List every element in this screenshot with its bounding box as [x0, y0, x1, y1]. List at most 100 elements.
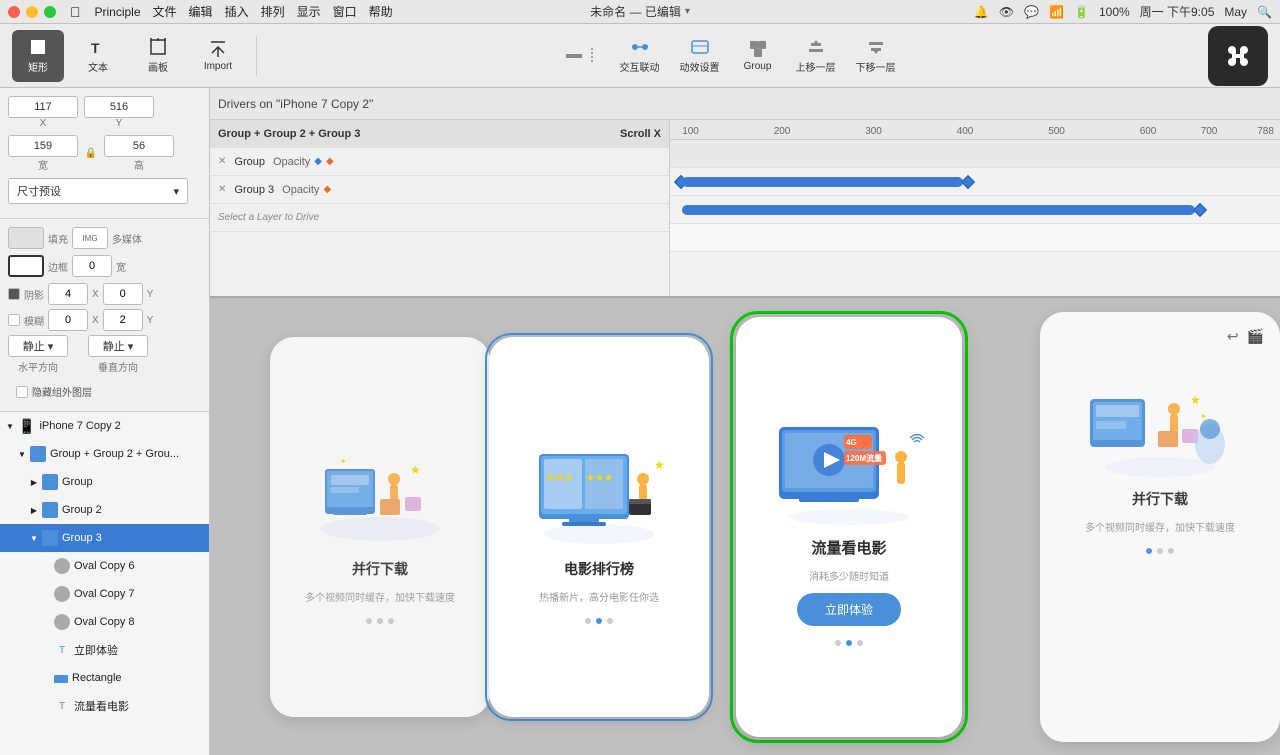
layer-liuliangkandianying[interactable]: ▶ T 流量看电影: [0, 692, 209, 720]
layer-iphone7copy2[interactable]: ▼ 📱 iPhone 7 Copy 2: [0, 412, 209, 440]
tick-788: 788: [1257, 126, 1274, 137]
layer-group3[interactable]: ▼ Group 3: [0, 524, 209, 552]
diamond-icon-1: ◆: [314, 156, 322, 167]
cmd-panel: [1208, 26, 1268, 86]
hide-groups-toggle[interactable]: 隐藏组外图层: [8, 380, 201, 403]
x-input[interactable]: 117: [8, 96, 78, 118]
undo-icon[interactable]: ↩: [1227, 328, 1239, 345]
blur-x-input[interactable]: [48, 309, 88, 331]
timeline-ruler: 100 200 300 400 500 600 700 788: [670, 120, 1280, 140]
layer-group[interactable]: ▶ Group: [0, 468, 209, 496]
layer-rectangle[interactable]: ▶ Rectangle: [0, 664, 209, 692]
layer-ovalcopy8[interactable]: ▶ Oval Copy 8: [0, 608, 209, 636]
group-icon-layer: [42, 474, 58, 490]
shadow-x-input[interactable]: [48, 283, 88, 305]
y-input[interactable]: 516: [84, 96, 154, 118]
layer-group-combined[interactable]: ▼ Group + Group 2 + Grou...: [0, 440, 209, 468]
tick-100: 100: [682, 126, 699, 137]
group-button[interactable]: Group: [732, 30, 784, 82]
width-input[interactable]: 159: [8, 135, 78, 157]
menu-help[interactable]: 帮助: [369, 3, 393, 20]
border-width-input[interactable]: [72, 255, 112, 277]
video-icon[interactable]: 🎬: [1247, 328, 1264, 345]
menu-edit[interactable]: 编辑: [189, 3, 213, 20]
layer-lijiyanti[interactable]: ▶ T 立即体验: [0, 636, 209, 664]
keyframe-end-group[interactable]: [961, 175, 975, 189]
timeline-bar-group3[interactable]: [682, 205, 1194, 215]
layer-group-label: Group: [62, 476, 93, 488]
card2-frame: ★★★ ★★★ ★ 电影排行榜 热播新片，高分电影任你选: [489, 337, 709, 717]
tick-500: 500: [1048, 126, 1065, 137]
timeline-track-header: [670, 140, 1280, 168]
rect-tool-button[interactable]: 矩形: [12, 30, 64, 82]
card3-cta-button[interactable]: 立即体验: [797, 593, 901, 626]
close-group-x[interactable]: ✕: [218, 156, 226, 167]
maximize-button[interactable]: [44, 6, 56, 18]
group2-icon-layer: [42, 502, 58, 518]
move-up-button[interactable]: 上移一层: [788, 30, 844, 82]
apple-icon: : [70, 4, 81, 20]
text-tool-button[interactable]: T 文本: [72, 30, 124, 82]
oval6-icon: [54, 558, 70, 574]
wechat-icon: 💬: [1024, 5, 1039, 19]
svg-text:T: T: [91, 40, 100, 56]
media-swatch[interactable]: IMG: [72, 227, 108, 249]
interact-button[interactable]: 交互联动: [612, 30, 668, 82]
animate-label: 动效设置: [680, 59, 720, 74]
blur-y-input[interactable]: [103, 309, 143, 331]
dot1-active: [1146, 548, 1152, 554]
layer-group2[interactable]: ▶ Group 2: [0, 496, 209, 524]
zoom-level: 100%: [1099, 5, 1130, 19]
import-tool-button[interactable]: Import: [192, 30, 244, 82]
card3-illustration: 4G 120M流量: [769, 407, 929, 527]
diamond-icon-3: ◆: [323, 184, 331, 195]
x-label: X: [8, 118, 78, 129]
tick-300: 300: [865, 126, 882, 137]
menu-window[interactable]: 窗口: [333, 3, 357, 20]
timeline-row2-prop: Opacity: [273, 156, 310, 168]
shadow-label: 阴影: [24, 287, 44, 302]
layer-tree[interactable]: ▼ 📱 iPhone 7 Copy 2 ▼ Group + Group 2 + …: [0, 412, 209, 755]
close-group3-x[interactable]: ✕: [218, 184, 226, 195]
dot3: [388, 618, 394, 624]
height-input[interactable]: 56: [104, 135, 174, 157]
timeline-track-area[interactable]: 100 200 300 400 500 600 700 788: [670, 120, 1280, 296]
dot1: [835, 640, 841, 646]
close-button[interactable]: [8, 6, 20, 18]
layer-ovalcopy7[interactable]: ▶ Oval Copy 7: [0, 580, 209, 608]
timeline-bar-group[interactable]: [682, 177, 963, 187]
preset-button[interactable]: 尺寸预设 ▾: [8, 178, 188, 204]
vert-select[interactable]: 静止 ▾: [88, 335, 148, 357]
left-panel: 117 X 516 Y 159 宽 🔒 56 高: [0, 88, 210, 755]
artboard-tool-button[interactable]: 画板: [132, 30, 184, 82]
menu-arrange[interactable]: 排列: [261, 3, 285, 20]
menu-insert[interactable]: 插入: [225, 3, 249, 20]
properties-top: 117 X 516 Y 159 宽 🔒 56 高: [0, 88, 209, 219]
layer-ovalcopy6[interactable]: ▶ Oval Copy 6: [0, 552, 209, 580]
shadow-checkbox[interactable]: [8, 288, 20, 300]
menu-principle[interactable]: Principle: [95, 5, 141, 19]
move-down-button[interactable]: 下移一层: [848, 30, 904, 82]
card3-selected-border: 4G 120M流量 流量看电影 消耗多少随时知道: [730, 311, 968, 743]
animate-button[interactable]: 动效设置: [672, 30, 728, 82]
right-area: Drivers on "iPhone 7 Copy 2" Group + Gro…: [210, 88, 1280, 755]
border-swatch[interactable]: [8, 255, 44, 277]
shadow-y-input[interactable]: [103, 283, 143, 305]
card2-illustration: ★★★ ★★★ ★: [524, 429, 674, 549]
hide-groups-checkbox[interactable]: [16, 386, 28, 398]
move-up-label: 上移一层: [796, 59, 836, 74]
layer-liuliangkandianying-label: 流量看电影: [74, 698, 129, 714]
svg-text:★: ★: [1190, 393, 1201, 407]
horiz-select[interactable]: 静止 ▾: [8, 335, 68, 357]
height-label: 高: [104, 157, 174, 172]
card3-container: 4G 120M流量 流量看电影 消耗多少随时知道: [730, 311, 968, 743]
fill-swatch[interactable]: [8, 227, 44, 249]
search-icon[interactable]: 🔍: [1257, 5, 1272, 19]
text-tool-label: 文本: [88, 59, 108, 74]
minimize-button[interactable]: [26, 6, 38, 18]
canvas-area[interactable]: ★ ✦ 并行下载 多个视频同时缓存，加快下载速度: [210, 298, 1280, 755]
menu-view[interactable]: 显示: [297, 3, 321, 20]
blur-checkbox[interactable]: [8, 314, 20, 326]
keyframe-end-group3[interactable]: [1193, 203, 1207, 217]
menu-file[interactable]: 文件: [153, 3, 177, 20]
